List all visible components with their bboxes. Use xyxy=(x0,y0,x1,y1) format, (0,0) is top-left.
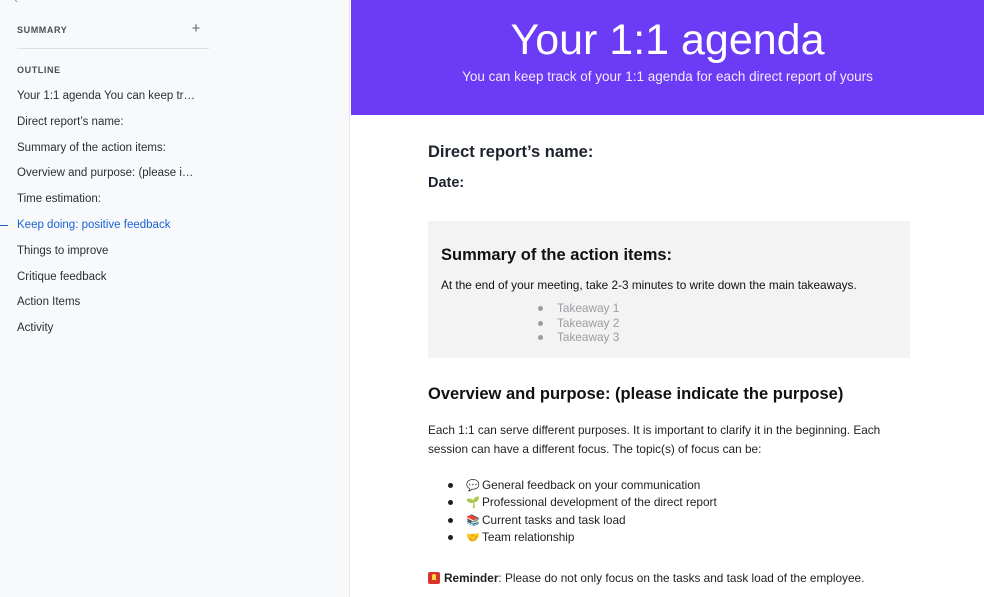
outline-item-agenda-title[interactable]: Your 1:1 agenda You can keep track of yo… xyxy=(0,86,199,112)
summary-callout: Summary of the action items: At the end … xyxy=(428,221,910,358)
outline-item-things-to-improve[interactable]: Things to improve xyxy=(0,241,199,267)
takeaway-item[interactable]: Takeaway 1 xyxy=(538,301,619,316)
outline-item-action-items[interactable]: Action Items xyxy=(0,292,199,318)
focus-topic-list: 💬 General feedback on your communication … xyxy=(448,477,717,546)
outline-item-overview-purpose[interactable]: Overview and purpose: (please indicate t… xyxy=(0,163,199,189)
outline-item-direct-report-name[interactable]: Direct report’s name: xyxy=(0,112,199,138)
focus-topic-text: Professional development of the direct r… xyxy=(482,495,717,510)
overview-paragraph: Each 1:1 can serve different purposes. I… xyxy=(428,423,881,456)
focus-topic-item: 💬 General feedback on your communication xyxy=(448,477,717,494)
overview-heading: Overview and purpose: (please indicate t… xyxy=(428,385,844,403)
summary-label: SUMMARY xyxy=(17,25,68,35)
outline-item-keep-doing[interactable]: Keep doing: positive feedback xyxy=(0,215,199,241)
summary-instruction: At the end of your meeting, take 2-3 min… xyxy=(441,278,857,292)
focus-topic-item: 📚 Current tasks and task load xyxy=(448,512,717,529)
focus-topic-text: Team relationship xyxy=(482,529,575,544)
takeaway-item[interactable]: Takeaway 3 xyxy=(538,330,619,345)
reminder-label: Reminder xyxy=(444,571,499,585)
outline-list: Your 1:1 agenda You can keep track of yo… xyxy=(0,86,350,344)
focus-topic-text: Current tasks and task load xyxy=(482,512,626,527)
summary-heading: Summary of the action items: xyxy=(441,246,673,264)
reminder-text: : Please do not only focus on the tasks … xyxy=(498,571,865,585)
seedling-icon: 🌱 xyxy=(466,496,480,510)
focus-topic-item: 🌱 Professional development of the direct … xyxy=(448,494,717,511)
takeaway-item[interactable]: Takeaway 2 xyxy=(538,316,619,331)
summary-section-header: SUMMARY + xyxy=(17,21,209,40)
speech-bubble-icon: 💬 xyxy=(466,479,480,492)
reminder-note: Reminder: Please do not only focus on th… xyxy=(428,571,864,585)
outline-item-summary-action-items[interactable]: Summary of the action items: xyxy=(0,138,199,164)
back-arrow-icon[interactable]: ‹ xyxy=(14,0,24,5)
focus-topic-text: General feedback on your communication xyxy=(482,478,701,492)
app-window: ‹ SUMMARY + OUTLINE Your 1:1 agenda You … xyxy=(0,0,984,597)
takeaway-list: Takeaway 1 Takeaway 2 Takeaway 3 xyxy=(538,301,619,345)
document-area: Your 1:1 agenda You can keep track of yo… xyxy=(351,0,984,597)
outline-item-activity[interactable]: Activity xyxy=(0,318,199,344)
page-subtitle: You can keep track of your 1:1 agenda fo… xyxy=(462,69,873,84)
add-summary-button[interactable]: + xyxy=(189,21,203,37)
books-icon: 📚 xyxy=(466,513,480,527)
handshake-icon: 🤝 xyxy=(466,530,480,544)
page-title: Your 1:1 agenda xyxy=(510,16,825,64)
outline-item-time-estimation[interactable]: Time estimation: xyxy=(0,189,199,215)
date-field[interactable]: Date: xyxy=(428,175,464,191)
cover-banner: Your 1:1 agenda You can keep track of yo… xyxy=(351,0,984,115)
summary-divider xyxy=(17,48,209,49)
outline-label: OUTLINE xyxy=(17,65,61,75)
outline-item-critique-feedback[interactable]: Critique feedback xyxy=(0,267,199,293)
siren-icon xyxy=(428,572,440,584)
focus-topic-item: 🤝 Team relationship xyxy=(448,529,717,546)
direct-report-name-field[interactable]: Direct report’s name: xyxy=(428,143,593,162)
sidebar: ‹ SUMMARY + OUTLINE Your 1:1 agenda You … xyxy=(0,0,350,597)
